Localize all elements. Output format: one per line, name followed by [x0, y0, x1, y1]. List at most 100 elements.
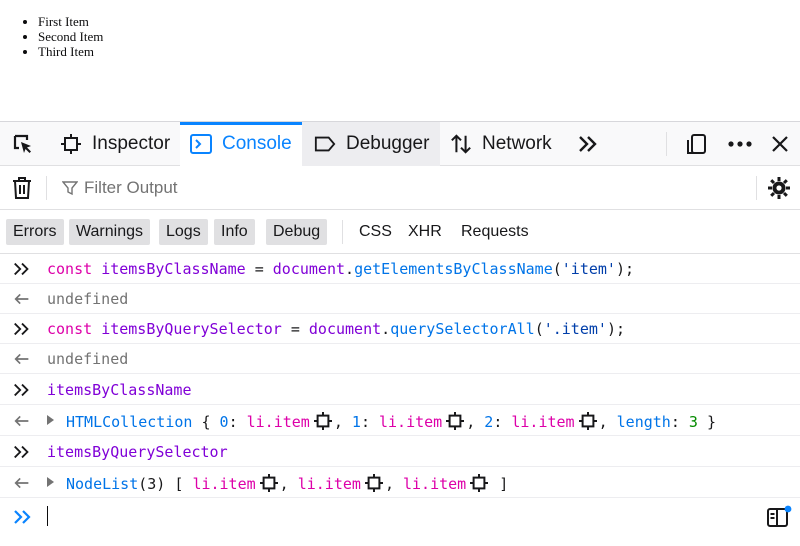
- code-token: const: [47, 260, 102, 278]
- code-token: {: [192, 413, 220, 431]
- levels-divider: [342, 220, 343, 244]
- code-token: ]: [490, 475, 509, 493]
- console-input-row: [0, 495, 800, 539]
- tab-label: Network: [482, 133, 552, 154]
- code-token: li.item: [379, 413, 443, 431]
- code-token: .: [345, 260, 355, 278]
- close-icon: [772, 136, 788, 152]
- console-input-message: itemsByClassName: [0, 375, 800, 405]
- code-token: :: [670, 413, 689, 431]
- console-result-message: NodeList(3) [ li.item, li.item, li.item …: [0, 468, 800, 498]
- console-result-message: undefined: [0, 284, 800, 314]
- console-input-message: const itemsByQuerySelector = document.qu…: [0, 314, 800, 344]
- code-token: li.item: [192, 475, 256, 493]
- code-token: ,: [466, 413, 485, 431]
- tab-inspector[interactable]: Inspector: [56, 122, 180, 166]
- code-token: 0: [219, 413, 229, 431]
- page-content: First Item Second Item Third Item: [0, 0, 800, 121]
- code-token: ,: [279, 475, 298, 493]
- filter-output-input[interactable]: [84, 174, 734, 202]
- code-token: }: [697, 413, 716, 431]
- filter-warnings-button[interactable]: Warnings: [69, 219, 150, 245]
- tab-console[interactable]: Console: [180, 122, 302, 166]
- input-prompt-icon: [14, 445, 29, 459]
- code-token: li.item: [511, 413, 575, 431]
- console-input-caret[interactable]: [47, 506, 48, 526]
- code-token: getElementsByClassName: [354, 260, 553, 278]
- item-list: First Item Second Item Third Item: [38, 14, 103, 59]
- code-token: =: [245, 260, 273, 278]
- message-text: const itemsByQuerySelector = document.qu…: [47, 320, 625, 338]
- code-token: (3) [: [138, 475, 193, 493]
- code-token: 'item': [561, 260, 616, 278]
- sidebar-toggle-button[interactable]: [766, 505, 792, 529]
- code-token: itemsByQuerySelector: [101, 320, 282, 338]
- tab-label: Debugger: [346, 133, 430, 154]
- clear-console-button[interactable]: [8, 174, 36, 202]
- result-arrow-icon: [14, 293, 29, 305]
- tab-label: Console: [222, 133, 292, 154]
- list-item: Third Item: [38, 44, 103, 59]
- code-token: length: [616, 413, 671, 431]
- expand-triangle-icon[interactable]: [47, 415, 54, 425]
- message-text: itemsByQuerySelector: [47, 443, 228, 461]
- filter-divider: [756, 176, 757, 200]
- expand-triangle-icon[interactable]: [47, 477, 54, 487]
- filter-requests-button[interactable]: Requests: [461, 219, 529, 245]
- result-arrow-icon: [14, 477, 29, 489]
- code-token: querySelectorAll: [390, 320, 535, 338]
- code-token: itemsByClassName: [47, 381, 192, 399]
- inspect-node-icon[interactable]: [446, 412, 465, 430]
- gear-icon: [768, 177, 790, 199]
- inspect-node-icon[interactable]: [313, 412, 332, 430]
- toolbar-divider: [666, 132, 667, 156]
- message-text: HTMLCollection { 0: li.item, 1: li.item,…: [66, 412, 716, 431]
- console-settings-button[interactable]: [764, 174, 794, 202]
- filter-errors-button[interactable]: Errors: [6, 219, 64, 245]
- inspect-node-icon[interactable]: [259, 474, 278, 492]
- double-chevron-right-icon: [579, 136, 597, 152]
- filter-info-button[interactable]: Info: [214, 219, 255, 245]
- code-token: ,: [384, 475, 403, 493]
- filter-xhr-button[interactable]: XHR: [408, 219, 442, 245]
- message-text: undefined: [47, 350, 128, 368]
- filter-logs-button[interactable]: Logs: [159, 219, 208, 245]
- console-output: const itemsByClassName = document.getEle…: [0, 254, 800, 498]
- filter-css-button[interactable]: CSS: [359, 219, 392, 245]
- code-token: document: [308, 320, 382, 338]
- more-tools-button[interactable]: [570, 122, 606, 166]
- input-prompt-icon: [14, 510, 31, 524]
- result-arrow-icon: [14, 415, 29, 427]
- inspect-node-icon[interactable]: [364, 474, 383, 492]
- input-prompt-icon: [14, 322, 29, 336]
- inspect-node-icon[interactable]: [578, 412, 597, 430]
- code-token: =: [281, 320, 309, 338]
- inspect-node-icon[interactable]: [470, 474, 489, 492]
- responsive-mode-icon: [687, 134, 706, 154]
- tab-network[interactable]: Network: [440, 122, 564, 166]
- element-picker-icon: [13, 134, 31, 153]
- code-token: 3: [688, 413, 698, 431]
- code-token: const: [47, 320, 102, 338]
- code-token: (: [534, 320, 544, 338]
- code-token: NodeList: [66, 475, 139, 493]
- responsive-design-button[interactable]: [680, 122, 716, 166]
- filter-debug-button[interactable]: Debug: [266, 219, 328, 245]
- element-picker-button[interactable]: [0, 122, 46, 166]
- code-token: ,: [333, 413, 352, 431]
- console-input-message: itemsByQuerySelector: [0, 437, 800, 467]
- list-item: First Item: [38, 14, 103, 29]
- more-options-button[interactable]: [722, 122, 758, 166]
- filter-divider: [46, 176, 47, 200]
- code-token: :: [228, 413, 247, 431]
- log-level-filters: Errors Warnings Logs Info Debug CSS XHR …: [0, 210, 800, 254]
- code-token: 2: [484, 413, 494, 431]
- close-devtools-button[interactable]: [762, 122, 798, 166]
- message-text: const itemsByClassName = document.getEle…: [47, 260, 634, 278]
- code-token: );: [606, 320, 625, 338]
- code-token: HTMLCollection: [66, 413, 193, 431]
- code-token: li.item: [297, 475, 361, 493]
- code-token: li.item: [246, 413, 310, 431]
- tab-debugger[interactable]: Debugger: [302, 122, 440, 166]
- console-result-message: HTMLCollection { 0: li.item, 1: li.item,…: [0, 406, 800, 436]
